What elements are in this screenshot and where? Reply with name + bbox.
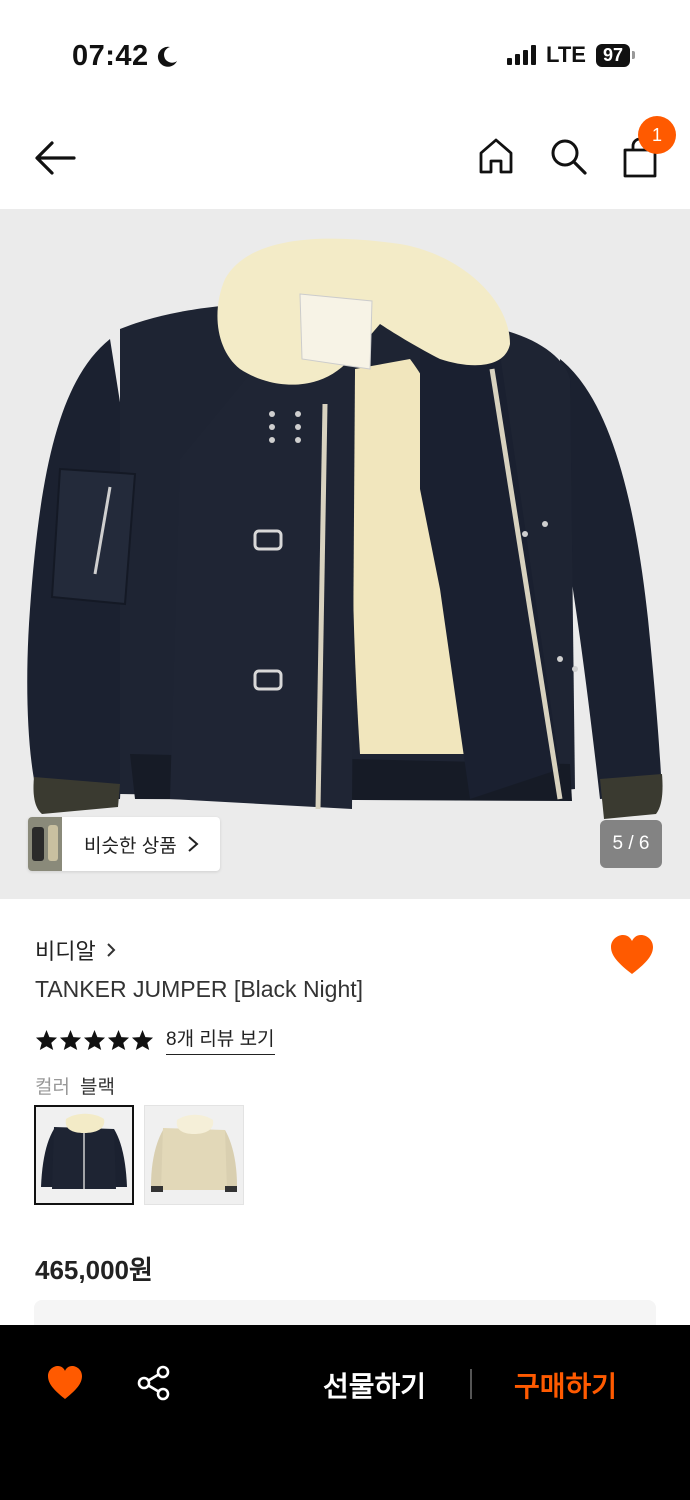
status-time: 07:42 xyxy=(72,40,179,73)
color-swatch-beige[interactable] xyxy=(144,1105,244,1205)
star-rating xyxy=(35,1029,154,1051)
signal-icon xyxy=(507,45,537,65)
star-icon xyxy=(83,1029,106,1050)
cart-count-badge: 1 xyxy=(638,116,676,154)
color-swatch-black[interactable] xyxy=(34,1105,134,1205)
bottom-action-bar: 선물하기 구매하기 xyxy=(0,1325,690,1500)
color-label: 컬러 xyxy=(35,1077,70,1098)
jacket-photo xyxy=(27,238,663,819)
rating-row: 8개 리뷰 보기 xyxy=(35,1024,275,1055)
color-value: 블랙 xyxy=(79,1077,115,1098)
review-link[interactable]: 8개 리뷰 보기 xyxy=(166,1024,275,1055)
similar-product-thumbnail xyxy=(28,817,62,871)
back-arrow-icon[interactable] xyxy=(32,138,78,178)
divider xyxy=(470,1369,472,1399)
home-icon[interactable] xyxy=(476,136,516,176)
star-icon xyxy=(131,1029,154,1050)
brand-name: 비디알 xyxy=(35,939,96,964)
beige-jacket-thumbnail xyxy=(145,1106,243,1204)
color-row: 컬러 블랙 xyxy=(35,1072,115,1099)
product-image-carousel[interactable] xyxy=(0,209,690,899)
chevron-right-icon xyxy=(107,943,116,957)
search-icon[interactable] xyxy=(548,136,588,176)
heart-icon[interactable] xyxy=(46,1365,84,1401)
similar-products-button[interactable]: 비슷한 상품 xyxy=(28,817,220,871)
star-icon xyxy=(35,1029,58,1050)
status-bar: 07:42 LTE 97 xyxy=(0,0,690,110)
product-title: TANKER JUMPER [Black Night] xyxy=(35,976,364,1002)
star-icon xyxy=(59,1029,82,1050)
image-counter: 5 / 6 xyxy=(600,820,662,868)
status-indicators: LTE 97 xyxy=(507,42,636,68)
buy-button[interactable]: 구매하기 xyxy=(514,1365,617,1405)
black-jacket-thumbnail xyxy=(36,1107,132,1203)
star-icon xyxy=(107,1029,130,1050)
moon-icon xyxy=(157,46,177,67)
brand-link[interactable]: 비디알 xyxy=(35,934,116,966)
status-time-text: 07:42 xyxy=(72,40,149,72)
share-icon[interactable] xyxy=(136,1365,172,1401)
heart-icon[interactable] xyxy=(609,934,655,976)
similar-products-label: 비슷한 상품 xyxy=(84,835,177,857)
product-price: 465,000원 xyxy=(35,1255,153,1285)
top-nav xyxy=(0,110,690,208)
chevron-right-icon xyxy=(188,836,199,852)
network-type: LTE xyxy=(546,42,586,67)
gift-button[interactable]: 선물하기 xyxy=(323,1365,426,1405)
battery-icon: 97 xyxy=(595,43,636,67)
